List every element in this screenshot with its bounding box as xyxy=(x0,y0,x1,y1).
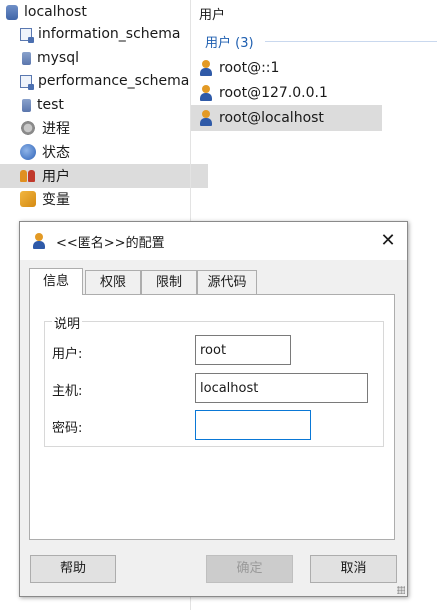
user-icon xyxy=(199,110,213,126)
table-icon xyxy=(22,51,31,65)
table-icon xyxy=(22,98,31,112)
tree-item-users[interactable]: 用户 xyxy=(0,164,208,188)
tree-item-label: 状态 xyxy=(42,145,70,161)
schema-icon xyxy=(20,27,34,43)
info-tab-panel: 说明 用户: 主机: 密码: xyxy=(29,294,395,540)
user-field[interactable] xyxy=(195,335,291,365)
tree-item-processes[interactable]: 进程 xyxy=(0,116,208,140)
pane-title: 用户 xyxy=(199,8,226,23)
schema-icon xyxy=(20,74,34,90)
users-icon xyxy=(20,168,36,184)
variables-icon xyxy=(20,191,36,207)
tab-source-code[interactable]: 源代码 xyxy=(197,270,257,294)
status-icon xyxy=(20,144,36,160)
help-button[interactable]: 帮助 xyxy=(30,555,116,583)
tree-item-label: mysql xyxy=(37,50,79,66)
groupbox-legend: 说明 xyxy=(52,313,83,332)
user-field-label: 用户: xyxy=(52,347,83,362)
tree-item-variables[interactable]: 变量 xyxy=(0,187,208,211)
user-label: root@::1 xyxy=(219,60,280,76)
close-icon[interactable]: ✕ xyxy=(374,228,402,254)
tree-item-information-schema[interactable]: information_schema xyxy=(0,22,208,46)
tree-item-localhost[interactable]: localhost xyxy=(0,0,194,24)
tree-item-test[interactable]: test xyxy=(0,93,208,117)
tree-item-label: localhost xyxy=(24,4,87,20)
user-list-item[interactable]: root@::1 xyxy=(191,55,382,81)
user-group-header[interactable]: 用户 (3) xyxy=(205,32,254,51)
password-field-label: 密码: xyxy=(52,421,83,436)
tab-info[interactable]: 信息 xyxy=(29,268,83,295)
tab-privileges[interactable]: 权限 xyxy=(85,270,141,294)
group-divider xyxy=(265,41,437,42)
tree-item-label: 变量 xyxy=(42,192,70,208)
tree-item-label: performance_schema xyxy=(38,73,190,89)
user-label: root@localhost xyxy=(219,110,324,126)
password-field[interactable] xyxy=(195,410,311,440)
user-config-dialog: <<匿名>>的配置 ✕ 信息 权限 限制 源代码 说明 用户: 主机: 密码: … xyxy=(19,221,408,597)
resize-grip-icon[interactable] xyxy=(397,586,405,594)
tree-item-performance-schema[interactable]: performance_schema xyxy=(0,69,208,93)
user-list-item[interactable]: root@127.0.0.1 xyxy=(191,80,382,106)
user-icon xyxy=(199,85,213,101)
ok-button[interactable]: 确定 xyxy=(206,555,293,583)
tree-item-label: information_schema xyxy=(38,26,181,42)
user-label: root@127.0.0.1 xyxy=(219,85,328,101)
dialog-title: <<匿名>>的配置 xyxy=(56,236,165,251)
user-icon xyxy=(199,60,213,76)
cancel-button[interactable]: 取消 xyxy=(310,555,397,583)
process-icon xyxy=(20,120,36,136)
database-server-icon xyxy=(6,4,18,20)
tree-item-label: 用户 xyxy=(42,169,70,185)
host-field[interactable] xyxy=(195,373,368,403)
tree-item-label: test xyxy=(37,97,64,113)
tree-item-label: 进程 xyxy=(42,121,70,137)
user-icon xyxy=(32,233,46,249)
dialog-titlebar[interactable]: <<匿名>>的配置 ✕ xyxy=(20,222,407,260)
tree-item-status[interactable]: 状态 xyxy=(0,140,208,164)
user-list-item[interactable]: root@localhost xyxy=(191,105,382,131)
host-field-label: 主机: xyxy=(52,384,83,399)
tree-item-mysql[interactable]: mysql xyxy=(0,46,208,70)
tab-limits[interactable]: 限制 xyxy=(141,270,197,294)
